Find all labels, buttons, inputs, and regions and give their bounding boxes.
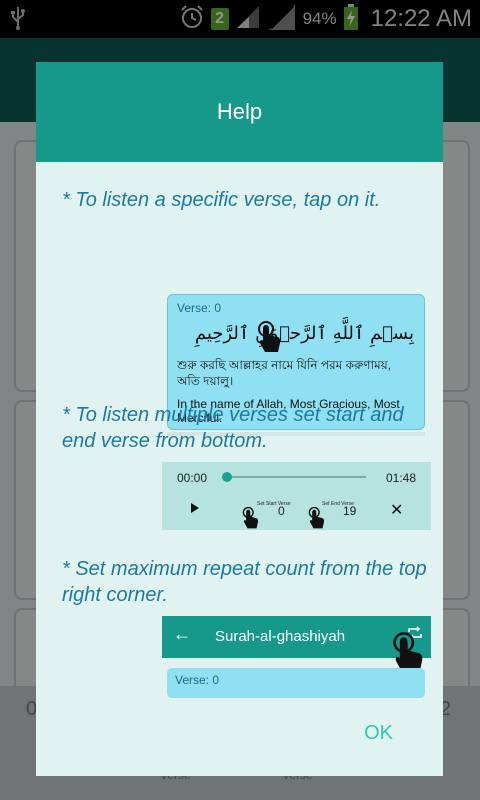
close-icon: ✕ — [390, 502, 404, 519]
tip-repeat-count: * Set maximum repeat count from the top … — [62, 558, 427, 606]
tap-hand-icon — [242, 506, 260, 535]
dialog-body[interactable]: * To listen a specific verse, tap on it.… — [36, 162, 443, 740]
tap-hand-icon — [257, 321, 283, 358]
tip-specific-verse: * To listen a specific verse, tap on it. — [62, 189, 381, 211]
dialog-header: Help — [36, 62, 443, 162]
tip-multiple-verses: * To listen multiple verses set start an… — [62, 404, 404, 452]
tap-hand-icon — [308, 506, 326, 535]
player-current-time: 00:00 — [177, 471, 208, 485]
example-toolbar: ← Surah-al-ghashiyah — [162, 616, 431, 673]
dialog-footer: OK — [36, 698, 443, 776]
start-verse-value: 0 — [278, 504, 285, 518]
dialog-title: Help — [216, 99, 263, 124]
player-seekbar — [228, 476, 366, 478]
example-arabic-text: بِسۡمِ ٱللَّهِ ٱلرَّحۡمَٰنِ ٱلرَّحِيمِ — [194, 323, 414, 344]
example-verse-label: Verse: 0 — [177, 301, 222, 315]
example-toolbar-title: Surah-al-ghashiyah — [215, 628, 346, 645]
player-total-time: 01:48 — [385, 471, 416, 485]
back-arrow-icon: ← — [173, 624, 191, 644]
ok-button[interactable]: OK — [356, 716, 401, 751]
start-verse-label: Set Start Verse — [257, 501, 291, 507]
player-seekbar-thumb — [222, 472, 232, 482]
end-verse-value: 19 — [343, 504, 357, 518]
play-icon — [190, 502, 200, 517]
example-player: 00:00 01:48 Set Start Verse 0 Set End Ve… — [162, 462, 431, 530]
example-verse-label: Verse: 0 — [175, 673, 220, 687]
help-dialog: Help * To listen a specific verse, tap o… — [36, 62, 443, 776]
example-verse-card-partial: Verse: 0 — [167, 668, 425, 698]
example-bengali-text: শুরু করছি আল্লাহর নামে যিনি পরম করুণাময়… — [177, 358, 392, 388]
